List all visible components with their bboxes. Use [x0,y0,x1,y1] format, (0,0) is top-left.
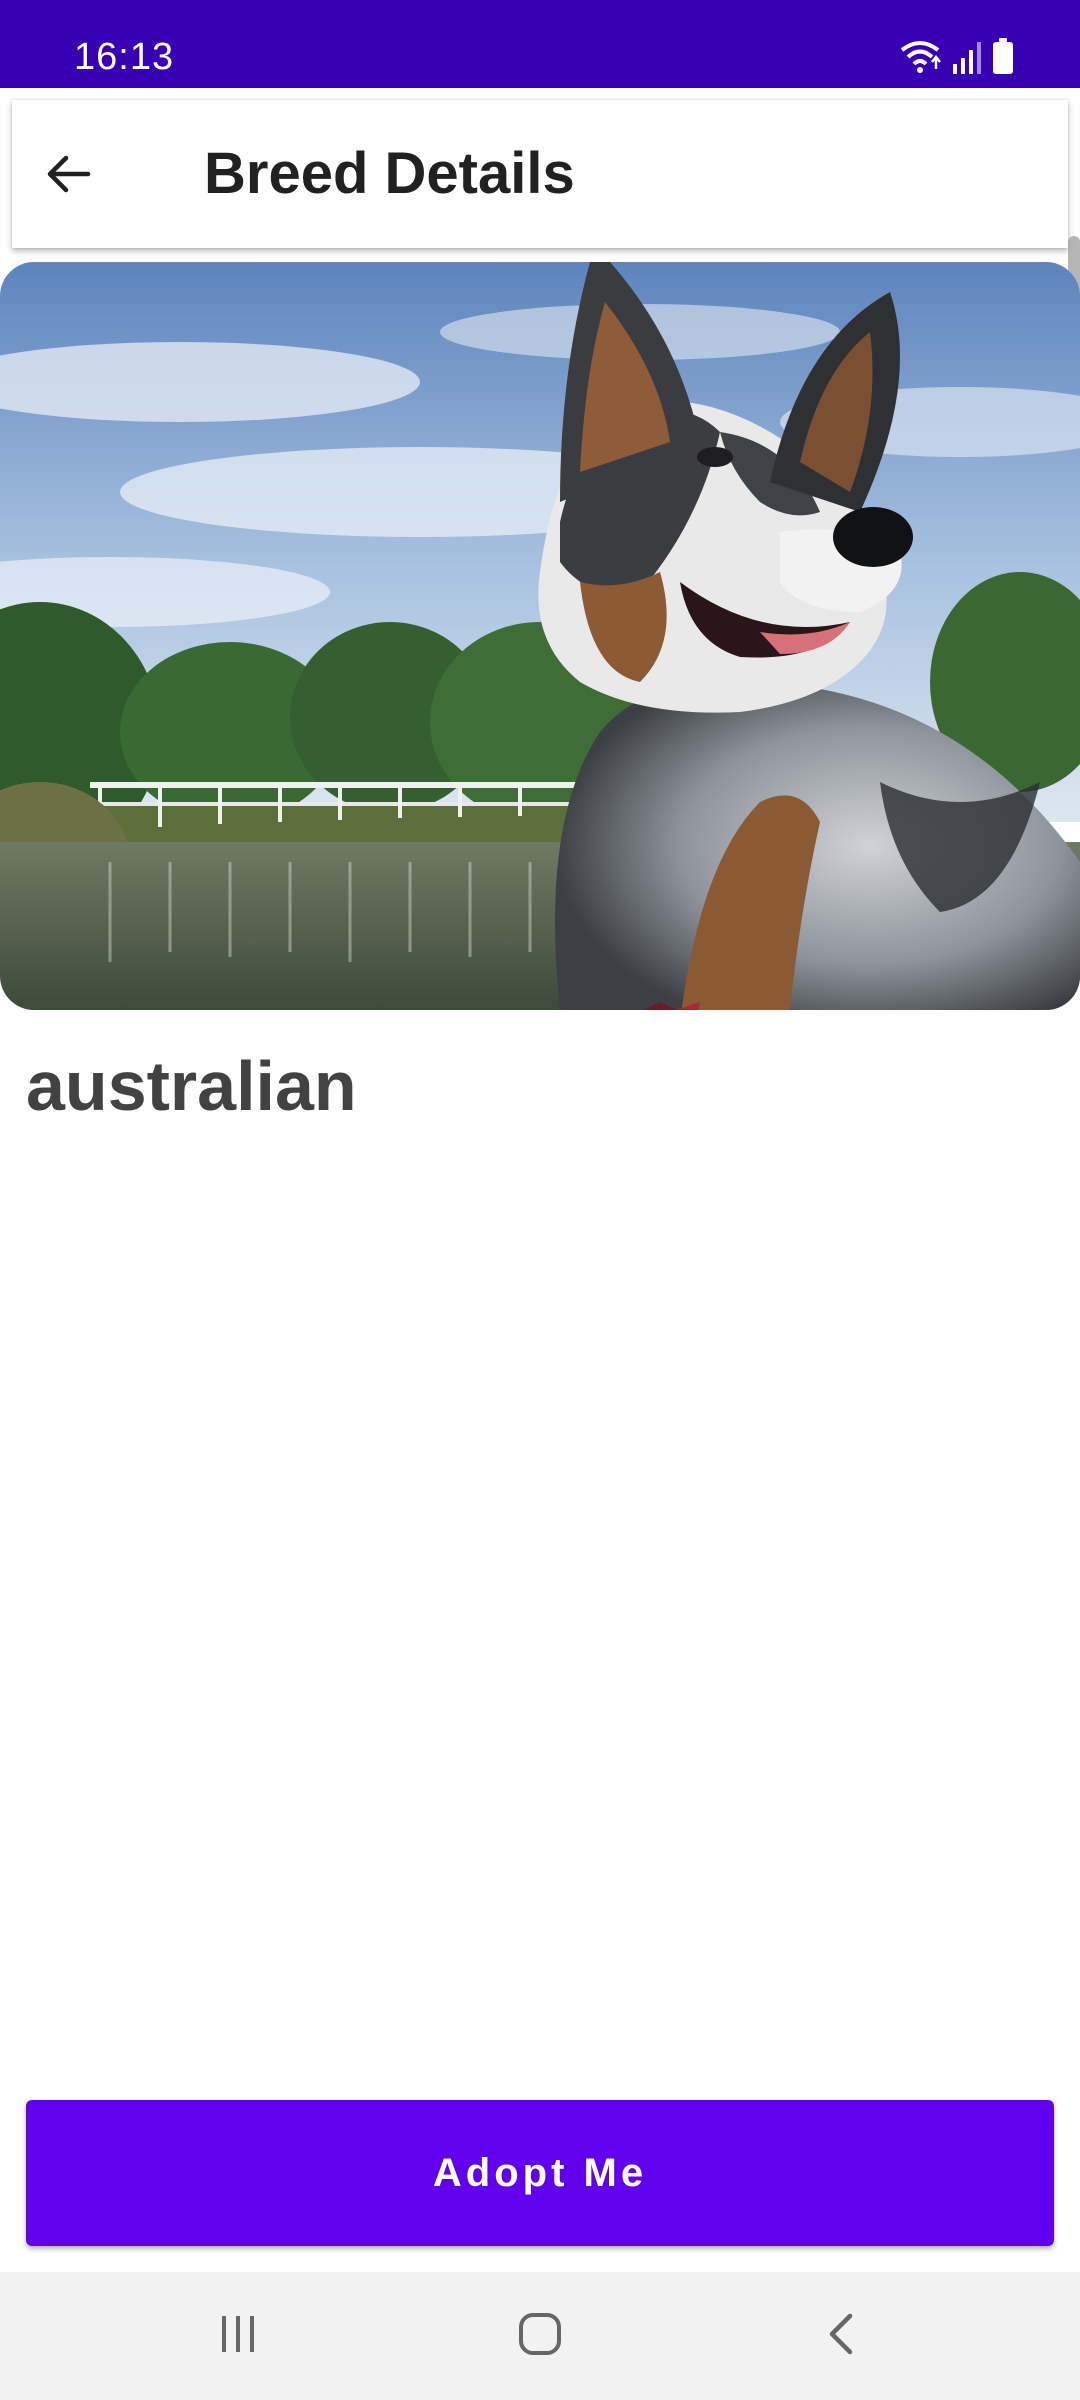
arrow-back-icon [44,150,92,203]
back-button[interactable] [26,134,110,218]
recents-button[interactable] [188,2296,288,2376]
breed-details-screen: 16:13 Breed Details australian Adopt Me [0,0,1080,2400]
breed-name: australian [26,1047,357,1125]
dog-photo [0,262,1080,1010]
status-bar: 16:13 [0,0,1080,88]
wifi-icon [898,38,942,79]
adopt-me-label: Adopt Me [432,2150,648,2195]
battery-icon [992,38,1014,79]
status-time: 16:13 [74,36,175,78]
back-icon [820,2312,864,2361]
status-icons [898,38,1014,79]
home-button[interactable] [490,2296,590,2376]
home-icon [516,2310,564,2363]
recents-icon [216,2312,260,2361]
adopt-me-button[interactable]: Adopt Me [26,2100,1054,2246]
system-navigation-bar [0,2272,1080,2400]
breed-image [0,262,1080,1010]
signal-icon [952,40,982,79]
nav-back-button[interactable] [792,2296,892,2376]
page-title: Breed Details [204,141,575,206]
top-app-bar: Breed Details [12,100,1068,248]
